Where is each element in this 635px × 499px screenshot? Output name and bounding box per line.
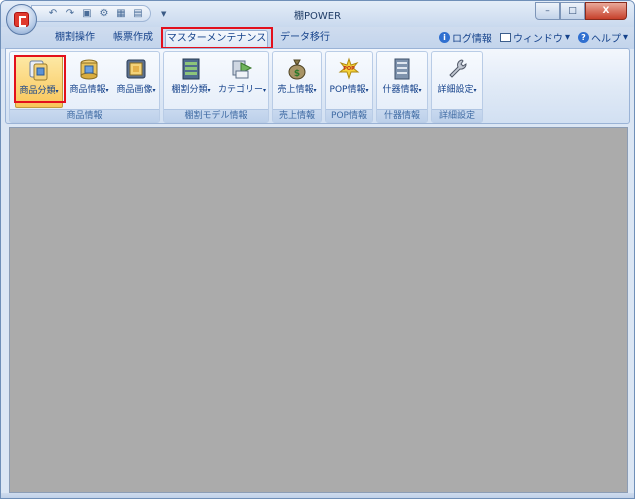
product-category-icon: [28, 58, 50, 82]
product-info-icon: [78, 57, 100, 81]
close-button[interactable]: X: [585, 2, 627, 20]
group-fixture-info: 什器情報▾ 什器情報: [376, 51, 428, 123]
chevron-down-icon: ▾: [207, 87, 211, 94]
product-info-label: 商品情報: [69, 85, 106, 95]
fixture-info-label: 什器情報: [382, 85, 419, 95]
group-detail-settings: 詳細設定▾ 詳細設定: [431, 51, 483, 123]
log-info-menu[interactable]: i ログ情報: [438, 30, 492, 45]
info-icon: i: [438, 32, 450, 43]
group-pop-info: POP POP情報▾ POP情報: [325, 51, 373, 123]
tab-report[interactable]: 帳票作成: [107, 30, 159, 48]
pop-info-label: POP情報: [329, 85, 366, 95]
product-image-label: 商品画像: [116, 85, 153, 95]
window-menu[interactable]: ウィンドウ ▾: [499, 30, 570, 45]
group-label-detail-settings: 詳細設定: [432, 109, 482, 122]
group-product-info: 商品分類▾ 商品情報▾ 商品画像▾ 商品情報: [9, 51, 160, 123]
title-bar: ↶ ↷ ▣ ⚙ ▦ ▤ ▼ 棚POWER – □ X: [1, 1, 634, 27]
shelf-category-label: 棚割分類: [171, 85, 208, 95]
chevron-down-icon: ▾: [564, 32, 570, 43]
right-menu: i ログ情報 ウィンドウ ▾ ? ヘルプ ▾: [438, 30, 628, 45]
chevron-down-icon: ▾: [313, 87, 317, 94]
product-image-icon: [125, 57, 147, 81]
fixture-icon: [391, 57, 413, 81]
group-label-shelf-model-info: 棚割モデル情報: [164, 109, 268, 122]
sales-info-label: 売上情報: [277, 85, 314, 95]
pop-icon: POP: [338, 57, 360, 81]
window-controls: – □ X: [535, 2, 627, 20]
chevron-down-icon: ▾: [263, 87, 267, 94]
category-icon: [231, 57, 253, 81]
product-category-button[interactable]: 商品分類▾: [15, 55, 63, 108]
group-label-product-info: 商品情報: [10, 109, 159, 122]
svg-text:POP: POP: [343, 66, 355, 72]
group-label-fixture-info: 什器情報: [377, 109, 427, 122]
status-bar: [1, 493, 634, 498]
ribbon: 商品分類▾ 商品情報▾ 商品画像▾ 商品情報 棚割分類▾ カテゴリー▾ 棚割モデ…: [5, 48, 630, 124]
help-label: ヘルプ: [590, 34, 621, 45]
app-logo-icon: [14, 12, 29, 27]
maximize-button[interactable]: □: [560, 2, 585, 20]
product-info-button[interactable]: 商品情報▾: [66, 55, 112, 108]
detail-settings-button[interactable]: 詳細設定▾: [433, 55, 481, 108]
window-icon: [499, 33, 511, 42]
window-label: ウィンドウ: [512, 34, 563, 45]
product-category-label: 商品分類: [19, 86, 56, 96]
sales-info-button[interactable]: $ 売上情報▾: [274, 55, 320, 108]
money-bag-icon: $: [286, 57, 308, 81]
group-label-sales-info: 売上情報: [273, 109, 321, 122]
pop-info-button[interactable]: POP POP情報▾: [327, 55, 371, 108]
group-label-pop-info: POP情報: [326, 109, 372, 122]
workspace-area[interactable]: [9, 127, 628, 493]
group-shelf-model-info: 棚割分類▾ カテゴリー▾ 棚割モデル情報: [163, 51, 269, 123]
tab-shelf-operation[interactable]: 棚割操作: [50, 30, 100, 48]
wrench-icon: [446, 57, 468, 81]
help-menu[interactable]: ? ヘルプ ▾: [577, 30, 628, 45]
shelf-category-button[interactable]: 棚割分類▾: [166, 55, 216, 108]
chevron-down-icon: ▾: [105, 87, 109, 94]
category-button[interactable]: カテゴリー▾: [216, 55, 268, 108]
svg-text:$: $: [294, 69, 300, 79]
log-info-label: ログ情報: [451, 34, 492, 45]
chevron-down-icon: ▾: [152, 87, 156, 94]
minimize-button[interactable]: –: [535, 2, 560, 20]
chevron-down-icon: ▾: [365, 87, 369, 94]
chevron-down-icon: ▾: [473, 87, 477, 94]
group-sales-info: $ 売上情報▾ 売上情報: [272, 51, 322, 123]
app-menu-button[interactable]: [6, 4, 37, 35]
detail-settings-label: 詳細設定: [437, 85, 474, 95]
tab-data-migration[interactable]: データ移行: [277, 30, 333, 48]
app-window: ↶ ↷ ▣ ⚙ ▦ ▤ ▼ 棚POWER – □ X 棚割操作 帳票作成 マスタ…: [0, 0, 635, 499]
chevron-down-icon: ▾: [622, 32, 628, 43]
category-label: カテゴリー: [217, 85, 263, 95]
chevron-down-icon: ▾: [418, 87, 422, 94]
help-icon: ?: [577, 32, 589, 43]
fixture-info-button[interactable]: 什器情報▾: [378, 55, 426, 108]
chevron-down-icon: ▾: [55, 88, 59, 95]
product-image-button[interactable]: 商品画像▾: [113, 55, 159, 108]
shelf-category-icon: [180, 57, 202, 81]
tab-master-maintenance[interactable]: マスターメンテナンス: [165, 30, 268, 48]
